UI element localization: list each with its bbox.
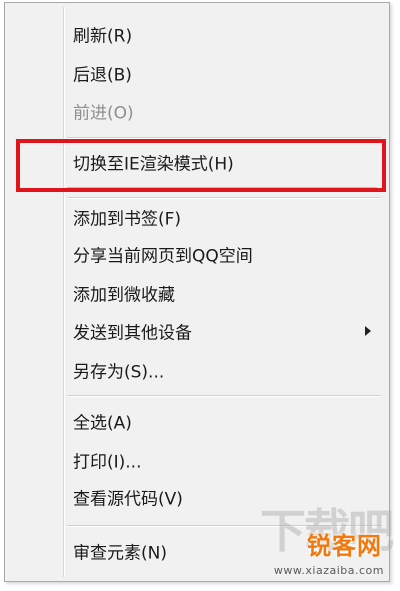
menu-item-label: 分享当前网页到QQ空间	[73, 246, 253, 267]
menu-separator	[67, 197, 381, 199]
menu-item-share-qzone[interactable]: 分享当前网页到QQ空间	[67, 237, 381, 271]
menu-item-switch-ie-mode[interactable]: 切换至IE渲染模式(H)	[67, 145, 381, 179]
menu-item-send-to-device[interactable]: 发送到其他设备	[67, 314, 381, 348]
menu-item-label: 前进(O)	[73, 103, 134, 124]
menu-item-label: 审查元素(N)	[73, 543, 167, 564]
menu-item-back[interactable]: 后退(B)	[67, 56, 381, 90]
menu-item-label: 打印(I)...	[73, 452, 142, 473]
menu-separator	[67, 395, 381, 397]
menu-item-print[interactable]: 打印(I)...	[67, 443, 381, 477]
menu-item-add-micro-favorite[interactable]: 添加到微收藏	[67, 276, 381, 310]
watermark-brand: 锐客网	[307, 532, 382, 560]
menu-item-label: 切换至IE渲染模式(H)	[73, 154, 234, 175]
menu-item-save-as[interactable]: 另存为(S)...	[67, 353, 381, 387]
watermark-url: www.xiazaiba.com	[273, 564, 384, 577]
menu-item-label: 刷新(R)	[73, 26, 133, 47]
watermark: 下载吧 锐客网 www.xiazaiba.com	[259, 504, 394, 583]
menu-item-add-bookmark[interactable]: 添加到书签(F)	[67, 200, 381, 234]
menu-item-label: 添加到书签(F)	[73, 209, 182, 230]
menu-item-label: 添加到微收藏	[73, 285, 175, 306]
menu-item-label: 发送到其他设备	[73, 323, 192, 344]
triangle-right-icon	[365, 326, 371, 336]
menu-item-forward: 前进(O)	[67, 94, 381, 128]
menu-item-label: 另存为(S)...	[73, 362, 165, 383]
menu-item-label: 后退(B)	[73, 65, 132, 86]
menu-item-refresh[interactable]: 刷新(R)	[67, 17, 381, 51]
menu-item-label: 全选(A)	[73, 413, 132, 434]
menu-gutter-highlight	[64, 7, 65, 577]
screenshot-canvas: 刷新(R) 后退(B) 前进(O) 切换至IE渲染模式(H) 添加到书签(F) …	[0, 0, 400, 591]
menu-item-label: 查看源代码(V)	[73, 489, 183, 510]
menu-item-hover-underline	[67, 187, 377, 188]
menu-item-select-all[interactable]: 全选(A)	[67, 404, 381, 438]
menu-separator	[67, 137, 381, 139]
